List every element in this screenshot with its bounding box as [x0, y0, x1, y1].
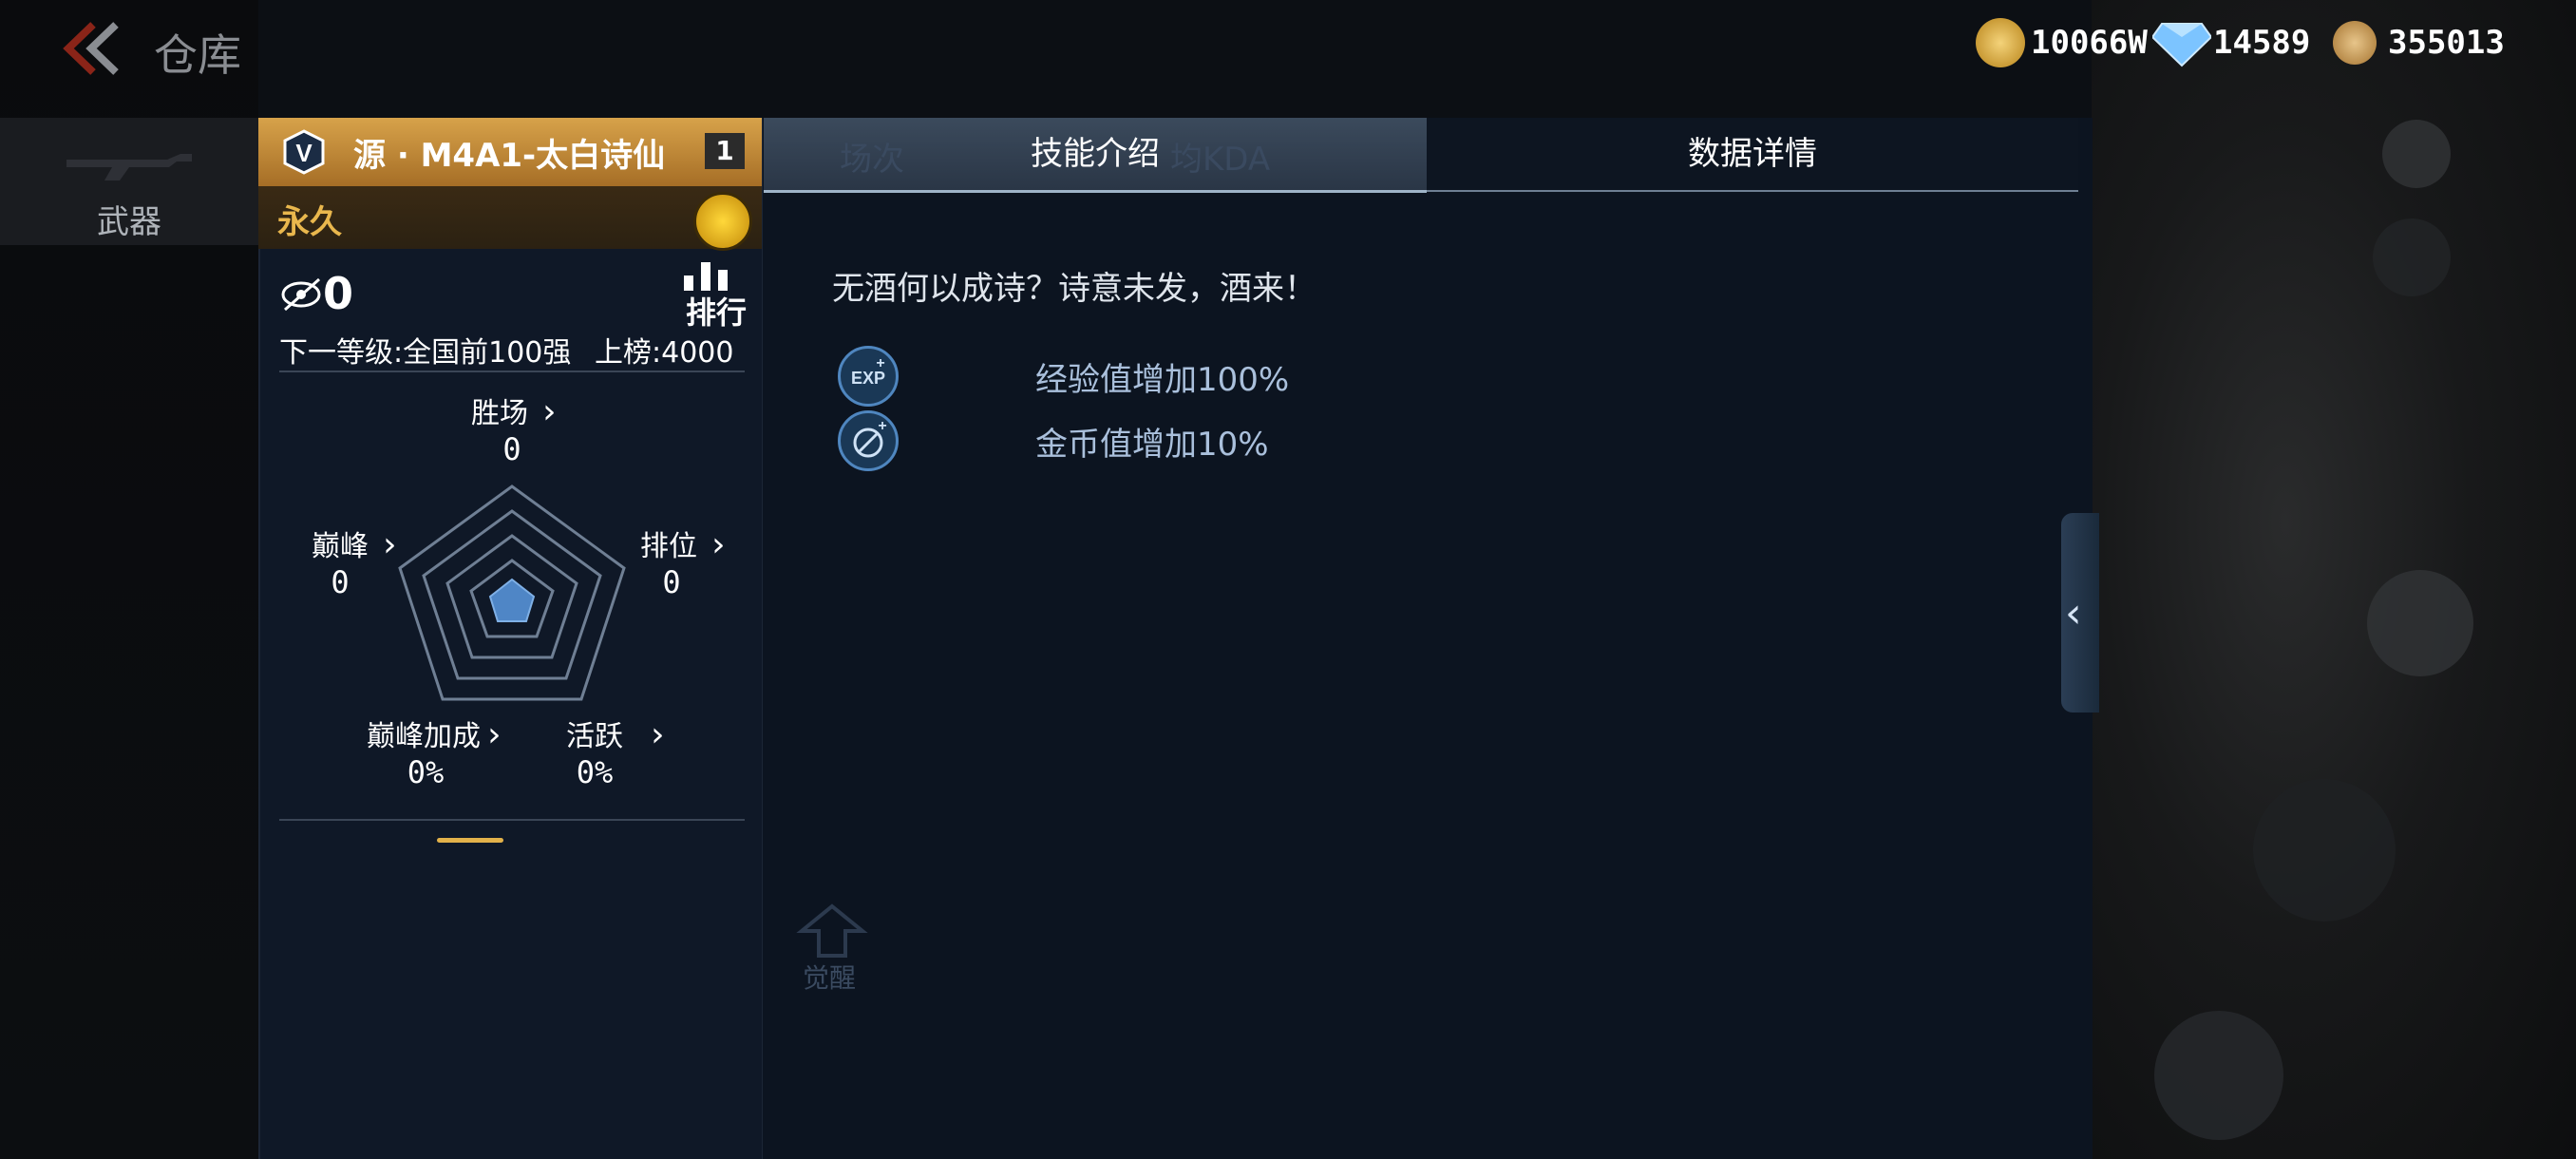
currency-gold-value: 10066W	[2031, 24, 2148, 62]
tab-skill-intro-label: 技能介绍	[1031, 135, 1160, 173]
radar-left-label: 巅峰	[312, 530, 369, 563]
radar-top-value: 0	[502, 431, 521, 467]
back-button[interactable]	[57, 17, 123, 80]
currency-diamond[interactable]: 14589	[2152, 19, 2311, 67]
radar-left-value: 0	[331, 564, 350, 600]
chevron-right-icon: ›	[711, 525, 726, 564]
hidden-eye-icon	[281, 277, 321, 312]
svg-text:+: +	[878, 418, 886, 434]
crossed-swords-token-icon	[2333, 21, 2377, 65]
v-badge-icon: V	[283, 129, 325, 175]
radar-top-label: 胜场	[471, 397, 528, 430]
next-level-text: 下一等级:全国前100强	[279, 336, 572, 370]
radar-chart	[398, 484, 626, 701]
chevron-left-icon: ‹	[2065, 589, 2082, 637]
leaderboard-label: 排行	[686, 294, 748, 331]
currency-diamond-value: 14589	[2213, 24, 2311, 62]
ghost-column-kda: 均KDA	[1170, 141, 1271, 179]
radar-bottom-right[interactable]: 活跃 › 0%	[566, 712, 665, 790]
radar-bottom-right-label: 活跃	[566, 720, 623, 753]
svg-text:V: V	[295, 139, 313, 167]
bar-chart-icon	[684, 262, 728, 291]
radar-right-label: 排位	[640, 530, 697, 563]
skill-item-exp: 经验值增加100%	[1035, 361, 1290, 399]
currency-token-value: 355013	[2388, 24, 2505, 62]
chevron-right-icon: ›	[383, 525, 397, 564]
page-title: 仓库	[154, 29, 241, 81]
page-indicator	[437, 838, 503, 843]
chevron-right-icon: ›	[651, 715, 665, 754]
ghost-awaken-label: 觉醒	[803, 962, 857, 994]
rank-target-text: 上榜:4000	[595, 336, 734, 370]
duration-label: 永久	[277, 203, 342, 241]
tab-data-details-label: 数据详情	[1688, 135, 1817, 173]
scene-jump-icon	[2367, 570, 2473, 676]
radar-bottom-left-value: 0%	[407, 754, 445, 790]
awaken-arrow-icon	[796, 903, 868, 958]
currency-token[interactable]: 355013	[2333, 19, 2505, 66]
radar-bottom-left[interactable]: 巅峰加成 › 0%	[367, 712, 502, 790]
weapon-name: 源 · M4A1-太白诗仙	[353, 137, 666, 175]
ghost-column-matches: 场次	[840, 141, 904, 179]
rank-count: 0	[323, 268, 354, 319]
exp-plus-icon: EXP +	[838, 346, 899, 407]
scene-switch-icon	[2154, 1011, 2283, 1140]
radar-top[interactable]: 胜场 › 0	[471, 390, 557, 467]
radar-right-value: 0	[662, 564, 681, 600]
double-chevron-left-icon	[63, 22, 119, 75]
rifle-icon	[66, 154, 192, 180]
weapon-count-badge: 1	[705, 133, 745, 169]
chevron-right-icon: ›	[487, 715, 502, 754]
skill-description: 无酒何以成诗？诗意未发，酒来！	[832, 270, 1316, 308]
scene-fire-icon	[2253, 779, 2396, 922]
radar-right[interactable]: 排位 › 0	[640, 522, 726, 600]
radar-left[interactable]: 巅峰 › 0	[312, 522, 397, 600]
radar-bottom-right-value: 0%	[576, 754, 614, 790]
collapse-panel-button[interactable]: ‹	[2061, 513, 2099, 712]
radar-bottom-left-label: 巅峰加成	[367, 720, 481, 753]
tab-data-details[interactable]: 数据详情	[1427, 118, 2078, 192]
svg-text:+: +	[876, 355, 884, 371]
gold-bullet-coin-icon	[1976, 18, 2025, 67]
divider	[279, 370, 745, 372]
diamond-icon	[2152, 23, 2211, 67]
sidebar-tab-weapons[interactable]: 武器	[0, 118, 260, 245]
coin-plus-icon: +	[838, 410, 899, 471]
scene-settings-icon	[2382, 120, 2451, 188]
sidebar-tab-label: 武器	[97, 203, 161, 241]
medal-icon[interactable]	[693, 192, 752, 251]
leaderboard-button[interactable]: 排行	[680, 262, 748, 331]
skill-item-gold: 金币值增加10%	[1035, 426, 1269, 464]
game-scene-background	[2092, 0, 2576, 1159]
chevron-right-icon: ›	[542, 392, 557, 431]
currency-gold[interactable]: 10066W	[1976, 18, 2148, 67]
divider	[279, 819, 745, 821]
scene-1p-icon	[2373, 218, 2451, 296]
svg-text:EXP: EXP	[851, 369, 885, 388]
